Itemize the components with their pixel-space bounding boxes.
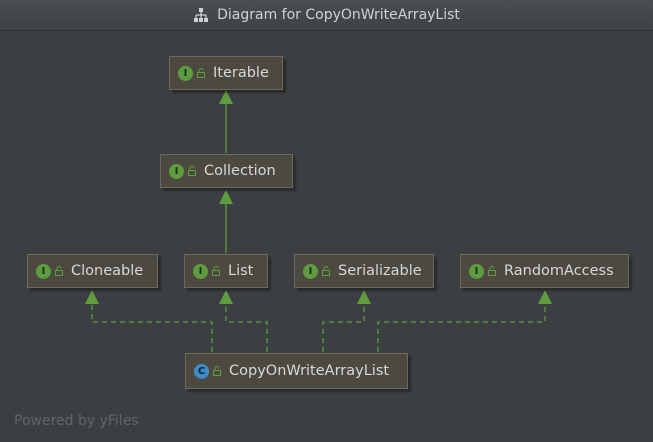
node-label: List — [228, 263, 254, 279]
class-badge-icon: C — [194, 363, 209, 379]
node-label: CopyOnWriteArrayList — [229, 363, 390, 379]
edge-cowal-to-randomaccess — [377, 290, 552, 352]
interface-badge-icon: I — [36, 263, 51, 279]
edge-list-to-collection — [219, 190, 233, 253]
interface-badge-icon: I — [469, 263, 484, 279]
edge-cowal-to-list — [219, 290, 268, 352]
node-serializable[interactable]: I Serializable — [294, 254, 434, 288]
unlock-icon — [188, 166, 196, 176]
node-iterable[interactable]: I Iterable — [169, 56, 283, 90]
unlock-icon — [197, 68, 205, 78]
unlock-icon — [488, 266, 496, 276]
node-copyonwritearraylist[interactable]: C CopyOnWriteArrayList — [185, 353, 408, 389]
window-title-bar: Diagram for CopyOnWriteArrayList — [0, 0, 653, 31]
interface-badge-icon: I — [169, 163, 184, 179]
interface-badge-icon: I — [178, 65, 193, 81]
unlock-icon — [213, 366, 221, 376]
node-label: Cloneable — [71, 263, 144, 279]
node-randomaccess[interactable]: I RandomAccess — [460, 254, 629, 288]
node-collection[interactable]: I Collection — [160, 154, 293, 188]
diagram-canvas[interactable]: I Iterable I Collection I Cloneable I Li… — [0, 31, 653, 442]
edge-cowal-to-cloneable — [85, 290, 213, 352]
node-list[interactable]: I List — [184, 254, 268, 288]
powered-by-footer: Powered by yFiles — [14, 413, 139, 429]
interface-badge-icon: I — [303, 263, 318, 279]
node-cloneable[interactable]: I Cloneable — [27, 254, 158, 288]
edge-collection-to-iterable — [219, 90, 233, 153]
node-label: RandomAccess — [504, 263, 614, 279]
window-title: Diagram for CopyOnWriteArrayList — [217, 7, 460, 23]
unlock-icon — [55, 266, 63, 276]
node-label: Iterable — [213, 65, 269, 81]
unlock-icon — [322, 266, 330, 276]
hierarchy-icon — [194, 8, 209, 22]
node-label: Serializable — [338, 263, 422, 279]
node-label: Collection — [204, 163, 276, 179]
interface-badge-icon: I — [193, 263, 208, 279]
edge-cowal-to-serializable — [322, 290, 371, 352]
unlock-icon — [212, 266, 220, 276]
